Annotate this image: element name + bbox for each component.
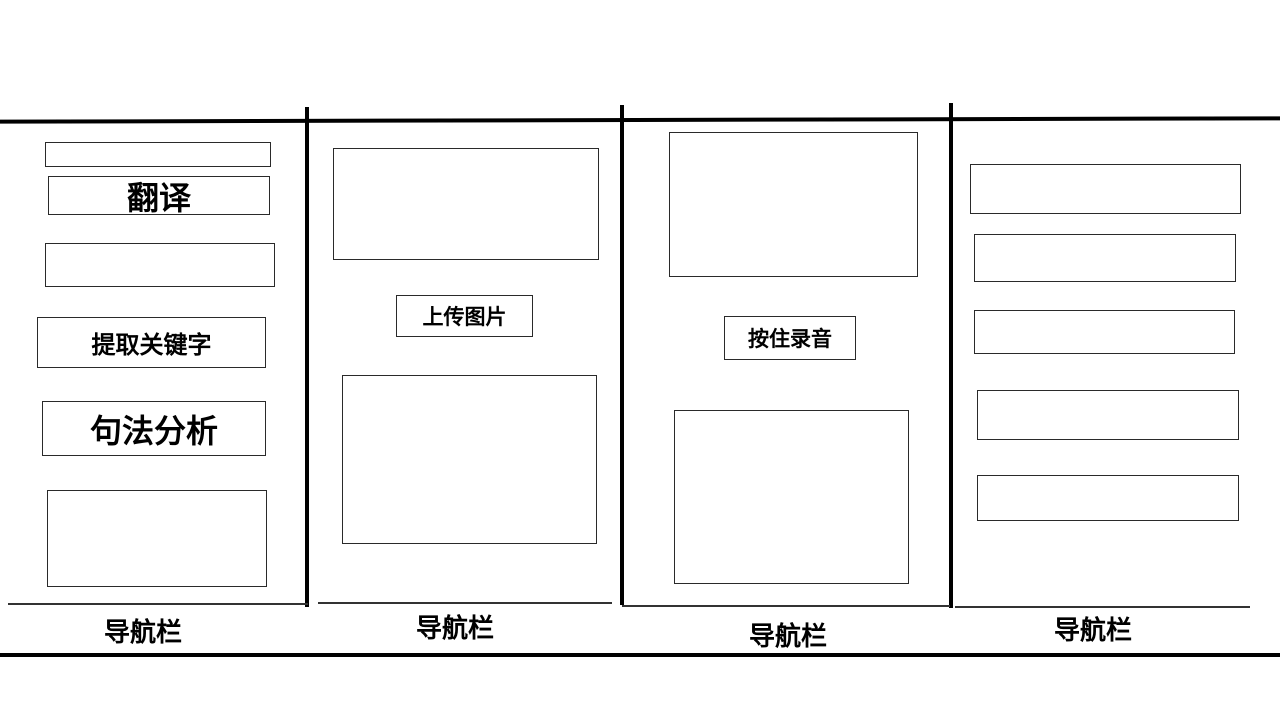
navbar-label[interactable]: 导航栏 <box>104 612 182 649</box>
upload-image-button-label: 上传图片 <box>422 305 507 329</box>
list-item[interactable] <box>974 310 1235 354</box>
syntax-button[interactable]: 句法分析 <box>42 401 266 456</box>
divider-2 <box>620 105 624 605</box>
voice-result-box <box>674 410 909 584</box>
list-item[interactable] <box>970 164 1241 214</box>
upload-image-button[interactable]: 上传图片 <box>396 295 533 337</box>
divider-3 <box>949 103 953 608</box>
keywords-button-label: 提取关键字 <box>91 331 212 359</box>
translate-button[interactable]: 翻译 <box>48 176 270 217</box>
navbar-line-3 <box>622 605 950 607</box>
navbar-label[interactable]: 导航栏 <box>1054 610 1132 647</box>
navbar-line-1 <box>8 603 308 605</box>
result-box <box>45 243 275 287</box>
syntax-button-label: 句法分析 <box>89 411 218 450</box>
list-item[interactable] <box>977 475 1239 521</box>
navbar-label[interactable]: 导航栏 <box>416 608 494 645</box>
voice-text-box <box>669 132 918 277</box>
navbar-line-4 <box>955 606 1250 608</box>
divider-1 <box>305 107 309 607</box>
bottom-border-line <box>0 653 1280 657</box>
top-border-line <box>0 116 1280 124</box>
translate-button-label: 翻译 <box>126 178 191 217</box>
navbar-line-2 <box>318 602 612 604</box>
input-box[interactable] <box>45 142 271 167</box>
image-preview-box <box>333 148 599 260</box>
list-item[interactable] <box>974 234 1236 282</box>
image-result-box <box>342 375 597 544</box>
hold-to-record-button-label: 按住录音 <box>748 327 832 351</box>
list-item[interactable] <box>977 390 1239 440</box>
keywords-button[interactable]: 提取关键字 <box>37 317 266 368</box>
analysis-output-box <box>47 490 267 587</box>
hold-to-record-button[interactable]: 按住录音 <box>724 316 856 360</box>
navbar-label[interactable]: 导航栏 <box>749 616 827 653</box>
